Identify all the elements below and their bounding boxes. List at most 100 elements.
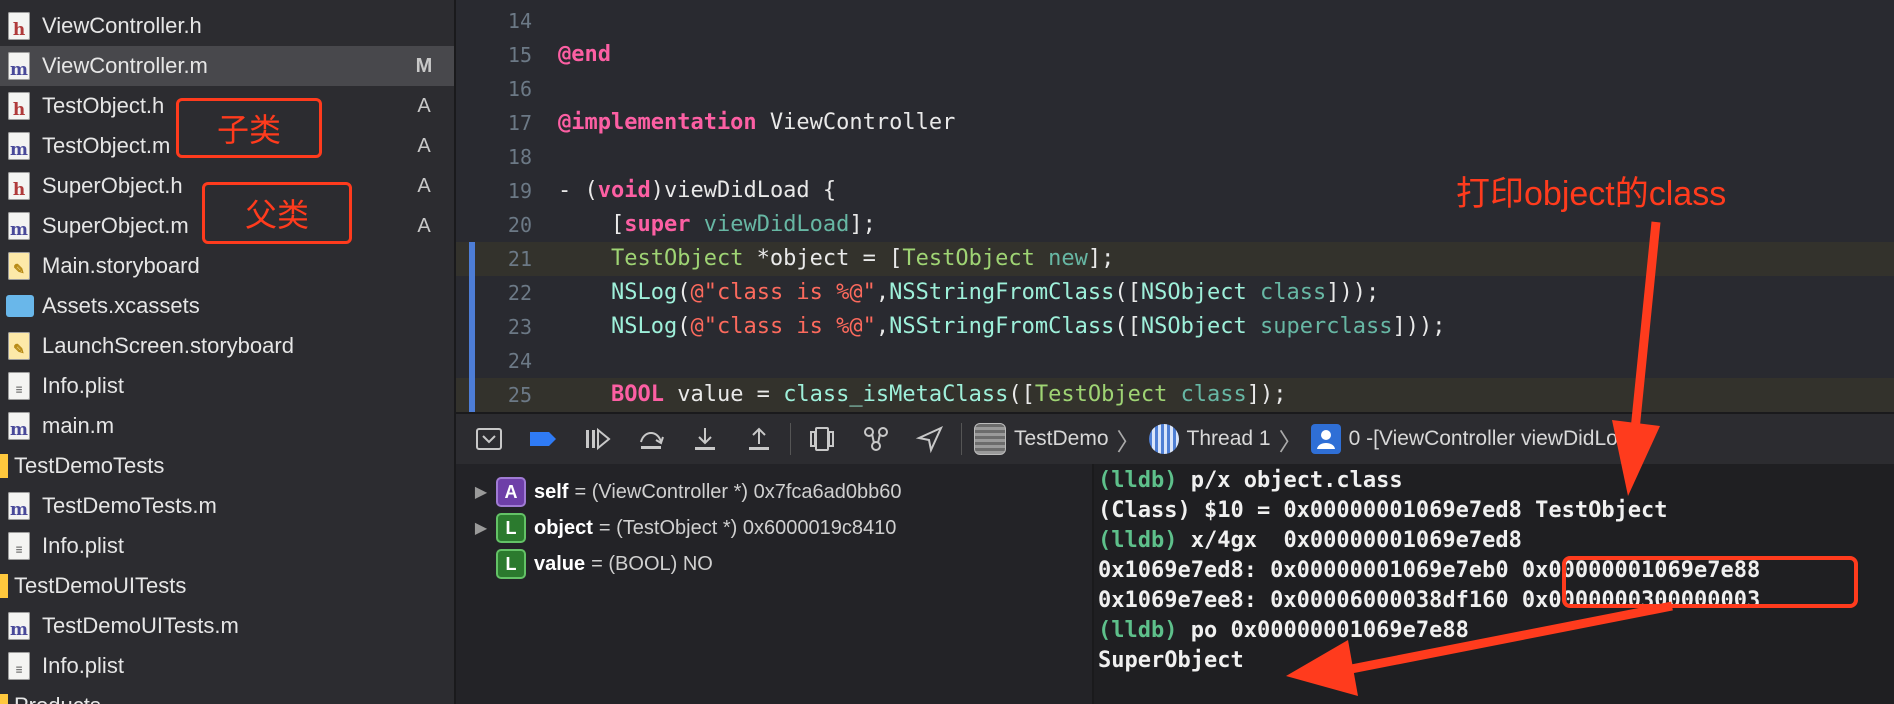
code-text[interactable]: - (void)viewDidLoad { bbox=[558, 174, 836, 208]
stack-frame-user-icon bbox=[1310, 424, 1341, 454]
step-over-button[interactable] bbox=[624, 419, 678, 459]
code-line[interactable]: 23 NSLog(@"class is %@",NSStringFromClas… bbox=[456, 310, 1894, 344]
variable-row[interactable]: Lvalue = (BOOL) NO bbox=[456, 546, 713, 582]
line-number[interactable]: 21 bbox=[456, 242, 532, 276]
line-number[interactable]: 24 bbox=[456, 344, 532, 378]
file-name-label: ViewController.m bbox=[42, 53, 208, 78]
file-name-label: Info.plist bbox=[42, 533, 124, 558]
app-target-icon bbox=[974, 423, 1006, 455]
file-navigator-row[interactable]: m TestObject.m A bbox=[0, 126, 454, 166]
header-file-icon: h bbox=[8, 12, 30, 40]
breakpoint-icon bbox=[530, 432, 556, 446]
line-number[interactable]: 18 bbox=[456, 140, 532, 174]
line-number[interactable]: 23 bbox=[456, 310, 532, 344]
code-text[interactable]: TestObject *object = [TestObject new]; bbox=[558, 242, 1114, 276]
file-navigator-row[interactable]: ≡ Info.plist bbox=[0, 646, 454, 686]
step-out-button[interactable] bbox=[732, 419, 786, 459]
line-number[interactable]: 16 bbox=[456, 72, 532, 106]
code-line[interactable]: 24 bbox=[456, 344, 1894, 378]
disclosure-triangle-icon[interactable]: ▶ bbox=[466, 482, 496, 502]
breadcrumb-scheme[interactable]: TestDemo bbox=[1014, 427, 1109, 451]
code-line[interactable]: 25 BOOL value = class_isMetaClass([TestO… bbox=[456, 378, 1894, 412]
header-file-icon: h bbox=[8, 172, 30, 200]
implementation-file-icon: m bbox=[8, 52, 30, 80]
console-line[interactable]: (lldb) po 0x00000001069e7e88 bbox=[1098, 616, 1469, 646]
code-text[interactable]: @implementation ViewController bbox=[558, 106, 955, 140]
hide-debug-area-button[interactable] bbox=[462, 419, 516, 459]
console-line[interactable]: 0x1069e7ed8: 0x00000001069e7eb0 0x000000… bbox=[1098, 556, 1760, 586]
file-name-label: TestDemoUITests bbox=[14, 573, 187, 598]
console-line[interactable]: SuperObject bbox=[1098, 646, 1244, 676]
breakpoints-toggle-button[interactable] bbox=[516, 419, 570, 459]
file-navigator-row[interactable]: ≡ Info.plist bbox=[0, 366, 454, 406]
variable-row[interactable]: ▶ Aself = (ViewController *) 0x7fca6ad0bb6… bbox=[456, 474, 902, 510]
variables-view: ▶ Aself = (ViewController *) 0x7fca6ad0bb6… bbox=[456, 464, 1094, 704]
file-navigator-row[interactable]: TestDemoUITests bbox=[0, 566, 454, 606]
code-text[interactable]: @end bbox=[558, 38, 611, 72]
variable-row[interactable]: ▶ Lobject = (TestObject *) 0x6000019c8410 bbox=[456, 510, 896, 546]
file-navigator-row[interactable]: ✎ Main.storyboard bbox=[0, 246, 454, 286]
console-line[interactable]: (Class) $10 = 0x00000001069e7ed8 TestObj… bbox=[1098, 496, 1668, 526]
debug-area-toggle-icon bbox=[476, 428, 502, 450]
code-line[interactable]: 20 [super viewDidLoad]; bbox=[456, 208, 1894, 242]
file-navigator-row[interactable]: h TestObject.h A bbox=[0, 86, 454, 126]
console-line[interactable]: (lldb) x/4gx 0x00000001069e7ed8 bbox=[1098, 526, 1522, 556]
lldb-console[interactable]: (lldb) p/x object.class (Class) $10 = 0x0… bbox=[1094, 464, 1894, 704]
code-line[interactable]: 19 - (void)viewDidLoad { bbox=[456, 174, 1894, 208]
lldb-prompt: (lldb) bbox=[1098, 618, 1178, 643]
file-name-label: TestDemoTests.m bbox=[42, 493, 217, 518]
line-number[interactable]: 25 bbox=[456, 378, 532, 412]
file-navigator-row[interactable]: ✎ LaunchScreen.storyboard bbox=[0, 326, 454, 366]
line-number[interactable]: 19 bbox=[456, 174, 532, 208]
view-hierarchy-button[interactable] bbox=[795, 419, 849, 459]
code-text[interactable]: [super viewDidLoad]; bbox=[558, 208, 876, 242]
source-editor[interactable]: 14 15 @end 16 17 @implementation ViewControll… bbox=[456, 0, 1894, 412]
line-number[interactable]: 17 bbox=[456, 106, 532, 140]
code-line[interactable]: 17 @implementation ViewController bbox=[456, 106, 1894, 140]
code-line[interactable]: 22 NSLog(@"class is %@",NSStringFromClas… bbox=[456, 276, 1894, 310]
memory-graph-icon bbox=[864, 427, 888, 451]
line-number[interactable]: 14 bbox=[456, 4, 532, 38]
code-line[interactable]: 15 @end bbox=[456, 38, 1894, 72]
file-navigator-row[interactable]: m TestDemoTests.m bbox=[0, 486, 454, 526]
simulate-location-button[interactable] bbox=[903, 419, 957, 459]
file-name-label: ViewController.h bbox=[42, 13, 202, 38]
continue-button[interactable] bbox=[570, 419, 624, 459]
code-line[interactable]: 16 bbox=[456, 72, 1894, 106]
code-text[interactable]: BOOL value = class_isMetaClass([TestObje… bbox=[558, 378, 1287, 412]
line-number[interactable]: 22 bbox=[456, 276, 532, 310]
file-navigator-row[interactable]: m main.m bbox=[0, 406, 454, 446]
code-text[interactable]: NSLog(@"class is %@",NSStringFromClass([… bbox=[558, 310, 1446, 344]
line-number[interactable]: 15 bbox=[456, 38, 532, 72]
breadcrumb-chevron-icon: 〉 bbox=[1116, 428, 1141, 456]
memory-graph-button[interactable] bbox=[849, 419, 903, 459]
source-control-status-badge: M bbox=[415, 54, 433, 77]
local-variable-badge-icon: L bbox=[496, 513, 526, 543]
code-text[interactable]: NSLog(@"class is %@",NSStringFromClass([… bbox=[558, 276, 1379, 310]
file-navigator-row[interactable]: Products bbox=[0, 686, 454, 704]
code-line[interactable]: 21 TestObject *object = [TestObject new]… bbox=[456, 242, 1894, 276]
file-navigator-row[interactable]: m TestDemoUITests.m bbox=[0, 606, 454, 646]
console-line[interactable]: (lldb) p/x object.class bbox=[1098, 466, 1403, 496]
line-number[interactable]: 20 bbox=[456, 208, 532, 242]
step-into-button[interactable] bbox=[678, 419, 732, 459]
breadcrumb-thread[interactable]: Thread 1 bbox=[1187, 427, 1271, 451]
file-navigator-row[interactable]: Assets.xcassets bbox=[0, 286, 454, 326]
file-navigator-row[interactable]: m ViewController.m M bbox=[0, 46, 454, 86]
group-folder-icon bbox=[0, 574, 8, 598]
file-navigator-row[interactable]: h ViewController.h bbox=[0, 6, 454, 46]
code-line[interactable]: 18 bbox=[456, 140, 1894, 174]
file-navigator-row[interactable]: m SuperObject.m A bbox=[0, 206, 454, 246]
file-name-label: Main.storyboard bbox=[42, 253, 200, 278]
lldb-prompt: (lldb) bbox=[1098, 528, 1178, 553]
breadcrumb-frame[interactable]: 0 -[ViewController viewDidLoad] bbox=[1349, 427, 1647, 451]
file-name-label: Info.plist bbox=[42, 373, 124, 398]
file-navigator-row[interactable]: h SuperObject.h A bbox=[0, 166, 454, 206]
file-navigator-row[interactable]: ≡ Info.plist bbox=[0, 526, 454, 566]
console-line[interactable]: 0x1069e7ee8: 0x00006000038df160 0x000000… bbox=[1098, 586, 1760, 616]
code-line[interactable]: 14 bbox=[456, 4, 1894, 38]
console-command: p/x object.class bbox=[1177, 468, 1403, 493]
file-navigator-row[interactable]: TestDemoTests bbox=[0, 446, 454, 486]
disclosure-triangle-icon[interactable]: ▶ bbox=[466, 518, 496, 538]
toolbar-divider bbox=[961, 423, 962, 455]
